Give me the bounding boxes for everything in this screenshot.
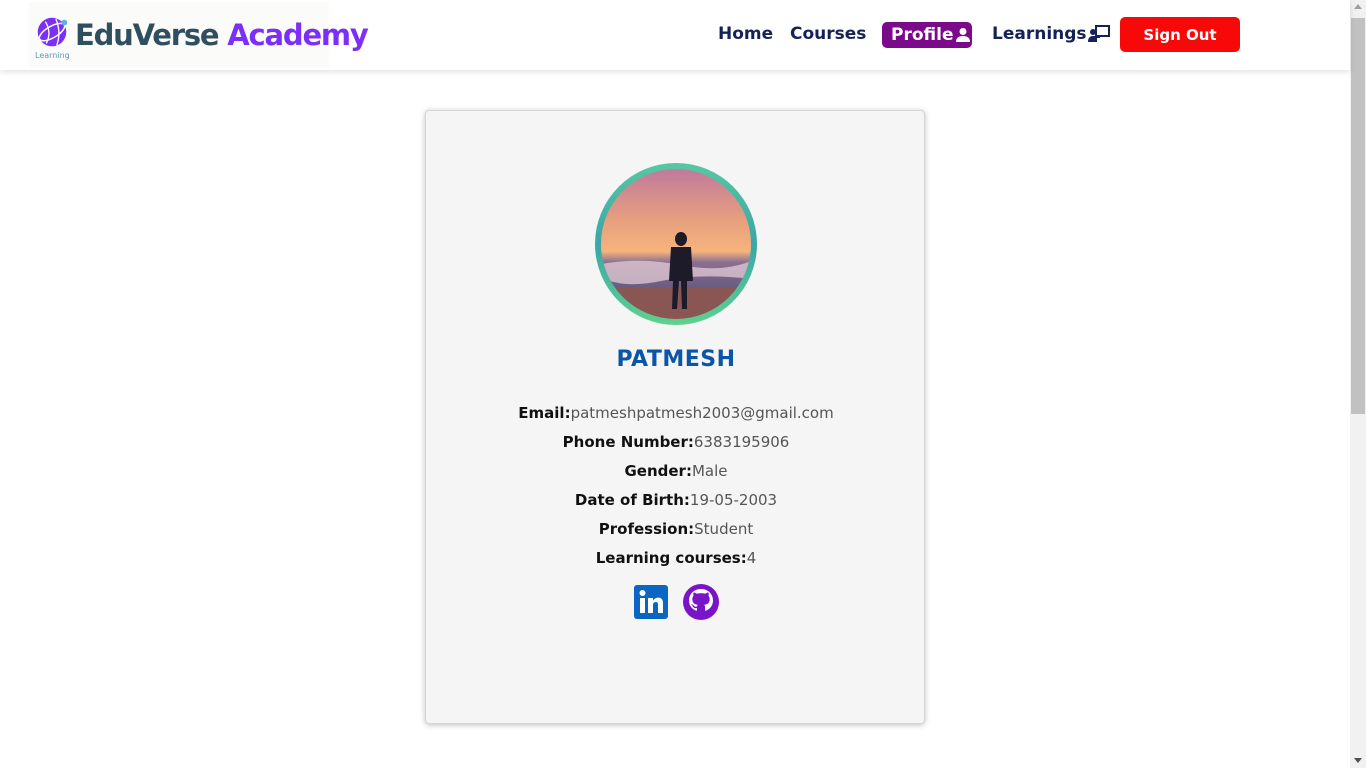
linkedin-icon xyxy=(634,585,668,619)
linkedin-link[interactable] xyxy=(632,583,670,621)
detail-label: Profession: xyxy=(598,520,695,538)
profile-name: PATMESH xyxy=(616,347,736,372)
detail-label: Learning courses: xyxy=(595,549,747,567)
gender-row: Gender:Male xyxy=(426,459,926,488)
scrollbar-thumb[interactable] xyxy=(1351,18,1365,414)
nav-learnings-link[interactable]: Learnings xyxy=(992,24,1110,44)
detail-value: 6383195906 xyxy=(693,433,790,451)
social-links xyxy=(426,583,926,621)
profile-card: PATMESH Email:patmeshpatmesh2003@gmail.c… xyxy=(425,110,925,724)
detail-label: Gender: xyxy=(624,462,692,480)
scroll-up-arrow-icon[interactable] xyxy=(1354,4,1362,9)
detail-label: Phone Number: xyxy=(562,433,694,451)
page-scrollbar[interactable] xyxy=(1350,0,1366,768)
phone-row: Phone Number:6383195906 xyxy=(426,430,926,459)
dob-row: Date of Birth:19-05-2003 xyxy=(426,488,926,517)
detail-value: Male xyxy=(691,462,728,480)
detail-value: patmeshpatmesh2003@gmail.com xyxy=(570,404,834,422)
brand-name: EduVerse Academy xyxy=(75,18,369,52)
profile-details: Email:patmeshpatmesh2003@gmail.com Phone… xyxy=(426,401,926,575)
brand-name-part1: EduVerse xyxy=(75,18,220,52)
nav-learnings-label: Learnings xyxy=(992,24,1087,44)
detail-label: Date of Birth: xyxy=(574,491,690,509)
sign-out-button[interactable]: Sign Out xyxy=(1120,17,1240,52)
scroll-down-arrow-icon[interactable] xyxy=(1354,758,1362,763)
profession-row: Profession:Student xyxy=(426,517,926,546)
avatar-photo xyxy=(601,169,751,319)
chalkboard-teacher-icon xyxy=(1087,25,1110,42)
globe-logo-icon xyxy=(37,17,68,47)
brand-name-part2: Academy xyxy=(227,18,369,52)
detail-value: Student xyxy=(694,520,754,538)
nav-home-link[interactable]: Home xyxy=(718,24,773,44)
detail-label: Email: xyxy=(518,404,571,422)
nav-courses-link[interactable]: Courses xyxy=(790,24,866,44)
detail-value: 4 xyxy=(746,549,757,567)
brand-tagline: Learning xyxy=(35,51,70,60)
github-icon xyxy=(683,584,719,620)
avatar xyxy=(601,169,751,319)
learning-courses-row: Learning courses:4 xyxy=(426,546,926,575)
avatar-ring xyxy=(595,163,757,325)
user-icon xyxy=(956,28,971,42)
detail-value: 19-05-2003 xyxy=(689,491,778,509)
email-row: Email:patmeshpatmesh2003@gmail.com xyxy=(426,401,926,430)
nav-profile-label: Profile xyxy=(891,25,954,45)
github-link[interactable] xyxy=(682,583,720,621)
nav-profile-link[interactable]: Profile xyxy=(882,22,972,48)
navbar: Learning EduVerse Academy Home Courses P… xyxy=(0,0,1350,70)
brand-logo[interactable]: Learning EduVerse Academy xyxy=(29,2,369,68)
